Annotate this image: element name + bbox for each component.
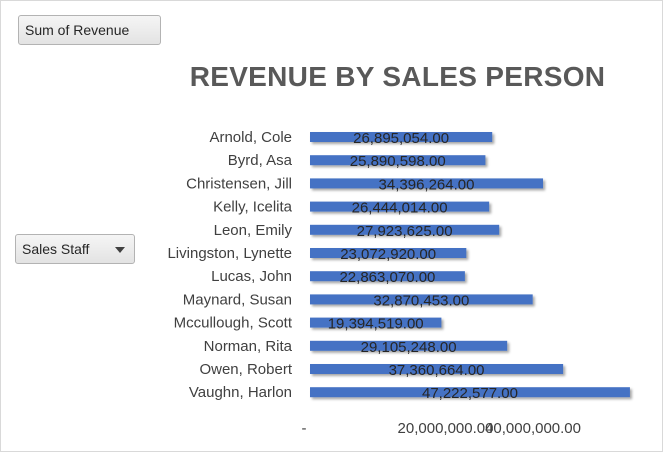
value-label: 37,360,664.00: [389, 362, 485, 379]
value-label: 19,394,519.00: [328, 316, 424, 333]
category-label: Christensen, Jill: [186, 175, 292, 192]
category-label: Leon, Emily: [214, 222, 293, 239]
category-label: Lucas, John: [211, 268, 292, 285]
category-label: Norman, Rita: [204, 338, 293, 355]
value-label: 22,863,070.00: [339, 269, 435, 286]
category-label: Byrd, Asa: [228, 152, 293, 169]
value-label: 26,895,054.00: [353, 130, 449, 147]
category-label: Vaughn, Harlon: [189, 384, 292, 401]
value-label: 47,222,577.00: [422, 385, 518, 402]
category-label: Maynard, Susan: [183, 291, 292, 308]
x-tick-label: -: [302, 420, 307, 437]
category-label: Arnold, Cole: [209, 129, 292, 146]
value-label: 23,072,920.00: [340, 246, 436, 263]
x-tick-label: 40,000,000.00: [485, 420, 581, 437]
value-label: 25,890,598.00: [350, 153, 446, 170]
x-tick-label: 20,000,000.00: [398, 420, 494, 437]
value-label: 26,444,014.00: [352, 200, 448, 217]
category-label: Kelly, Icelita: [213, 199, 293, 216]
bar-chart: Arnold, Cole 26,895,054.00 Byrd, Asa 25,890…: [167, 129, 630, 437]
category-label: Mccullough, Scott: [174, 315, 293, 332]
value-label: 34,396,264.00: [379, 176, 475, 193]
value-label: 32,870,453.00: [373, 292, 469, 309]
category-label: Owen, Robert: [199, 361, 292, 378]
value-label: 27,923,625.00: [357, 223, 453, 240]
chart-area: Sum of Revenue Sales Staff REVENUE BY SA…: [0, 0, 663, 452]
category-label: Livingston, Lynette: [167, 245, 292, 262]
value-label: 29,105,248.00: [361, 339, 457, 356]
